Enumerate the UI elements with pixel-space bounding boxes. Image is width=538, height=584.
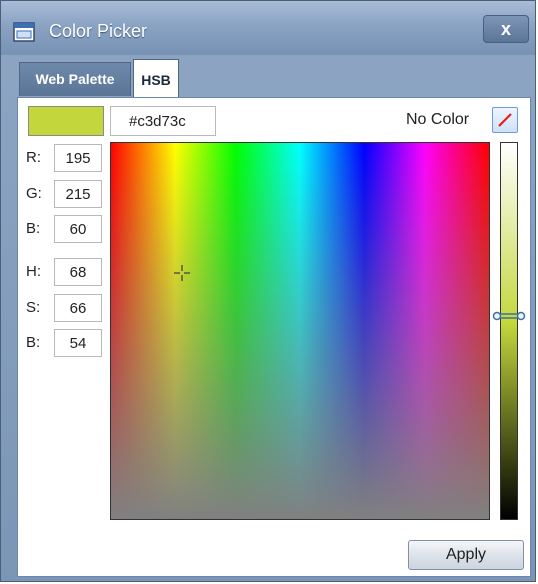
saturation-field[interactable] (54, 294, 102, 322)
brightness-slider-track[interactable] (500, 142, 518, 520)
no-color-button[interactable] (492, 107, 518, 133)
crosshair-icon[interactable] (173, 264, 191, 282)
hex-input[interactable] (110, 106, 216, 136)
color-picker-window: Color Picker x Web Palette HSB No Color … (0, 0, 536, 582)
s-label: S: (26, 299, 41, 316)
brightness-field[interactable] (54, 329, 102, 357)
r-field[interactable] (54, 144, 102, 172)
window-icon (13, 22, 35, 42)
h-label: H: (26, 263, 41, 280)
saturation-gradient (111, 143, 489, 519)
color-swatch (28, 106, 104, 136)
close-icon: x (500, 19, 511, 39)
apply-button[interactable]: Apply (408, 540, 524, 570)
window-title: Color Picker (49, 21, 148, 41)
r-label: R: (26, 149, 41, 166)
no-color-label: No Color (406, 111, 470, 128)
hue-field[interactable] (54, 258, 102, 286)
b-field[interactable] (54, 215, 102, 243)
g-field[interactable] (54, 180, 102, 208)
brightness-label: B: (26, 334, 41, 351)
no-color-slash-icon (498, 113, 512, 127)
b-label: B: (26, 220, 41, 237)
title-bar[interactable]: Color Picker x (1, 1, 535, 55)
tab-web-palette[interactable]: Web Palette (19, 62, 131, 96)
tab-hsb[interactable]: HSB (133, 59, 179, 99)
hsb-panel: No Color R: G: B: H: S: B: (17, 97, 531, 577)
tab-bar: Web Palette HSB (11, 59, 527, 99)
color-spectrum[interactable] (110, 142, 490, 520)
close-button[interactable]: x (483, 15, 529, 43)
g-label: G: (26, 185, 42, 202)
brightness-slider-handle[interactable] (492, 311, 526, 321)
